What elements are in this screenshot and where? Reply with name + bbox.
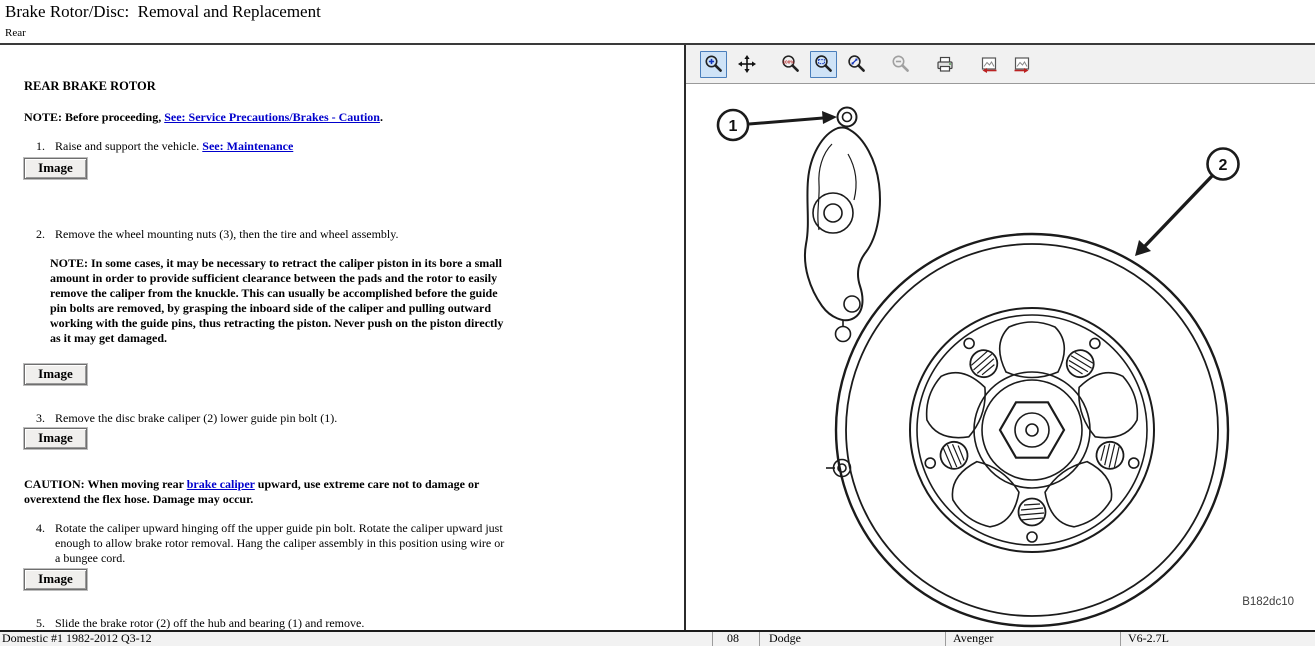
note-before-proceeding: NOTE: Before proceeding, See: Service Pr… bbox=[24, 110, 665, 125]
note-prefix: NOTE: Before proceeding, bbox=[24, 110, 164, 124]
callout-2: 2 bbox=[1135, 149, 1239, 257]
status-make: Dodge bbox=[759, 632, 945, 646]
section-heading: REAR BRAKE ROTOR bbox=[24, 79, 665, 94]
svg-text:100%: 100% bbox=[782, 59, 794, 64]
caution-note: CAUTION: When moving rear brake caliper … bbox=[24, 477, 510, 507]
image-button-2[interactable]: Image bbox=[24, 364, 87, 385]
page-title: Brake Rotor/Disc: Removal and Replacemen… bbox=[5, 2, 321, 22]
step-number: 5. bbox=[36, 616, 55, 631]
callout-2-label: 2 bbox=[1219, 157, 1228, 174]
step-1-text: Raise and support the vehicle. bbox=[55, 139, 202, 153]
caution-prefix: CAUTION: When moving rear bbox=[24, 477, 187, 491]
status-coverage: Domestic #1 1982-2012 Q3-12 bbox=[0, 632, 712, 646]
status-bar: Domestic #1 1982-2012 Q3-12 08 Dodge Ave… bbox=[0, 630, 1315, 646]
zoom-window-button[interactable] bbox=[810, 51, 837, 78]
step-number: 3. bbox=[36, 411, 55, 426]
next-graphic-icon bbox=[1011, 54, 1033, 74]
graphic-toolbar: 100% bbox=[686, 45, 1315, 84]
step-number: 1. bbox=[36, 139, 55, 154]
step-5: 5. Slide the brake rotor (2) off the hub… bbox=[36, 616, 665, 631]
step-5-text: Slide the brake rotor (2) off the hub an… bbox=[55, 616, 364, 631]
print-button[interactable] bbox=[931, 51, 958, 78]
step-number: 2. bbox=[36, 227, 55, 242]
brake-caliper-link[interactable]: brake caliper bbox=[187, 477, 255, 491]
page-header: Brake Rotor/Disc: Removal and Replacemen… bbox=[0, 0, 1315, 45]
status-model: Avenger bbox=[945, 632, 1120, 646]
inline-note: NOTE: In some cases, it may be necessary… bbox=[50, 256, 510, 346]
graphic-viewport[interactable]: 1 2 B182dc10 bbox=[686, 84, 1315, 629]
step-text: Raise and support the vehicle. See: Main… bbox=[55, 139, 293, 154]
figure-code: B182dc10 bbox=[1242, 596, 1294, 608]
status-year: 08 bbox=[712, 632, 759, 646]
image-button-4[interactable]: Image bbox=[24, 569, 87, 590]
zoom-dynamic-button[interactable] bbox=[843, 51, 870, 78]
step-4-text: Rotate the caliper upward hinging off th… bbox=[55, 521, 507, 566]
zoom-100-button[interactable]: 100% bbox=[777, 51, 804, 78]
step-2-text: Remove the wheel mounting nuts (3), then… bbox=[55, 227, 398, 242]
zoom-in-icon bbox=[704, 54, 724, 74]
guide-pin-bolt bbox=[838, 108, 857, 127]
step-1: 1. Raise and support the vehicle. See: M… bbox=[36, 139, 665, 154]
step-3-text: Remove the disc brake caliper (2) lower … bbox=[55, 411, 337, 426]
zoom-in-button[interactable] bbox=[700, 51, 727, 78]
zoom-dynamic-icon bbox=[847, 54, 867, 74]
callout-1-label: 1 bbox=[729, 118, 738, 135]
zoom-out-icon bbox=[891, 54, 911, 74]
image-button-1[interactable]: Image bbox=[24, 158, 87, 179]
zoom-window-icon bbox=[814, 54, 834, 74]
zoom-100-icon: 100% bbox=[781, 54, 801, 74]
pan-icon bbox=[737, 54, 757, 74]
image-button-3[interactable]: Image bbox=[24, 428, 87, 449]
step-3: 3. Remove the disc brake caliper (2) low… bbox=[36, 411, 665, 426]
page-subtitle: Rear bbox=[5, 27, 26, 39]
procedure-pane: REAR BRAKE ROTOR NOTE: Before proceeding… bbox=[0, 47, 683, 630]
next-graphic-button[interactable] bbox=[1008, 51, 1035, 78]
callout-1: 1 bbox=[718, 110, 837, 140]
maintenance-link[interactable]: See: Maintenance bbox=[202, 139, 293, 153]
graphic-pane: 100% bbox=[684, 45, 1315, 630]
print-icon bbox=[935, 54, 955, 74]
zoom-out-button[interactable] bbox=[887, 51, 914, 78]
step-number: 4. bbox=[36, 521, 55, 566]
step-4: 4. Rotate the caliper upward hinging off… bbox=[36, 521, 665, 566]
rotor-outline bbox=[836, 234, 1228, 626]
precautions-link[interactable]: See: Service Precautions/Brakes - Cautio… bbox=[164, 110, 380, 124]
hub-center bbox=[974, 372, 1090, 488]
step-2: 2. Remove the wheel mounting nuts (3), t… bbox=[36, 227, 665, 242]
previous-graphic-icon bbox=[978, 54, 1000, 74]
status-engine: V6-2.7L bbox=[1120, 632, 1315, 646]
pan-button[interactable] bbox=[733, 51, 760, 78]
previous-graphic-button[interactable] bbox=[975, 51, 1002, 78]
brake-rotor-diagram: 1 2 B182dc10 bbox=[686, 84, 1315, 629]
note-suffix: . bbox=[380, 110, 383, 124]
caliper-outline bbox=[805, 108, 880, 477]
